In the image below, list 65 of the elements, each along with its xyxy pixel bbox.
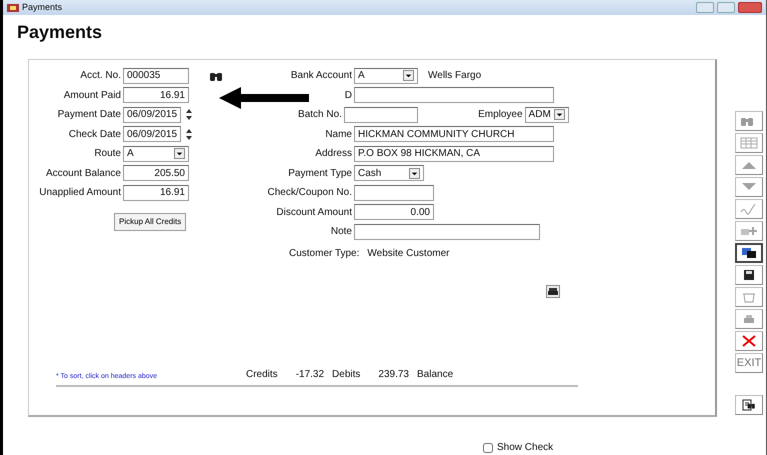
- total-label: Balance: [417, 368, 454, 382]
- date-field[interactable]: 06/09/2015: [123, 126, 181, 142]
- dropdown-field[interactable]: A: [123, 146, 189, 162]
- input-field[interactable]: [354, 87, 554, 104]
- dropdown-field[interactable]: Cash: [354, 165, 424, 182]
- field-label: Employee: [477, 108, 523, 122]
- field-label: Check/Coupon No.: [268, 187, 352, 198]
- total-label: Credits: [246, 368, 278, 382]
- input-field[interactable]: 16.91: [123, 87, 189, 104]
- field-label: Discount Amount: [276, 206, 352, 218]
- field-label: Name: [325, 128, 352, 140]
- field-label: Payment Type: [288, 168, 352, 179]
- page-heading: Payments: [17, 21, 104, 43]
- input-field[interactable]: 000035: [123, 68, 189, 84]
- pickup-credits-button[interactable]: Pickup All Credits: [114, 212, 186, 230]
- spinner-icon: [185, 128, 193, 141]
- print-icon[interactable]: [546, 284, 560, 298]
- input-field[interactable]: P.O BOX 98 HICKMAN, CA: [354, 146, 554, 162]
- field-label: Amount Paid: [62, 88, 121, 103]
- field-label: Customer Type:: [289, 246, 360, 260]
- copy-button[interactable]: [735, 243, 763, 263]
- caret-icon[interactable]: [409, 168, 420, 179]
- show-check-checkbox[interactable]: [483, 442, 493, 452]
- window-title: Payments: [22, 0, 62, 14]
- field-label: Check Date: [68, 128, 121, 142]
- input-field[interactable]: HICKMAN COMMUNITY CHURCH: [354, 126, 554, 142]
- input-field[interactable]: [344, 106, 418, 123]
- total-value: -17.32: [296, 368, 324, 382]
- input-field[interactable]: [354, 224, 540, 240]
- search-button[interactable]: [735, 111, 763, 131]
- input-field[interactable]: 205.50: [123, 165, 189, 182]
- dropdown-field[interactable]: A: [354, 68, 418, 84]
- field-label: Acct. No.: [79, 69, 121, 84]
- field-label: Note: [330, 226, 352, 238]
- grid-button[interactable]: [735, 133, 763, 153]
- caret-icon[interactable]: [403, 70, 414, 82]
- date-field[interactable]: 06/09/2015: [123, 106, 181, 123]
- total-label: Debits: [332, 368, 360, 382]
- spinner-icon: [185, 108, 193, 122]
- up-arrow-button[interactable]: [735, 155, 763, 175]
- save-button[interactable]: [735, 265, 763, 285]
- print-button[interactable]: [735, 309, 763, 329]
- signature-button[interactable]: [735, 199, 763, 219]
- report-search-button[interactable]: [735, 395, 763, 415]
- field-label: Batch No.: [298, 109, 342, 120]
- dropdown-field[interactable]: ADM: [524, 106, 569, 123]
- field-label: Unapplied Amount: [38, 186, 121, 200]
- field-label: Address: [315, 148, 352, 160]
- field-label: Account Balance: [44, 166, 121, 181]
- field-label: D: [344, 90, 352, 101]
- input-field[interactable]: 0.00: [354, 204, 434, 220]
- close-button[interactable]: [735, 331, 763, 351]
- app-icon: [7, 2, 19, 12]
- bank-name: Wells Fargo: [428, 69, 482, 84]
- input-field[interactable]: 16.91: [123, 184, 189, 201]
- customer-type-value: Website Customer: [367, 246, 450, 260]
- caret-icon[interactable]: [174, 148, 185, 160]
- field-label: Payment Date: [56, 108, 121, 122]
- checkbox-label: Show Check: [497, 441, 554, 455]
- field-label: Bank Account: [290, 70, 352, 82]
- field-label: Route: [93, 147, 121, 162]
- total-value: 239.73: [378, 368, 409, 382]
- down-arrow-button[interactable]: [735, 177, 763, 197]
- caret-icon[interactable]: [554, 109, 565, 120]
- input-field[interactable]: [354, 184, 434, 201]
